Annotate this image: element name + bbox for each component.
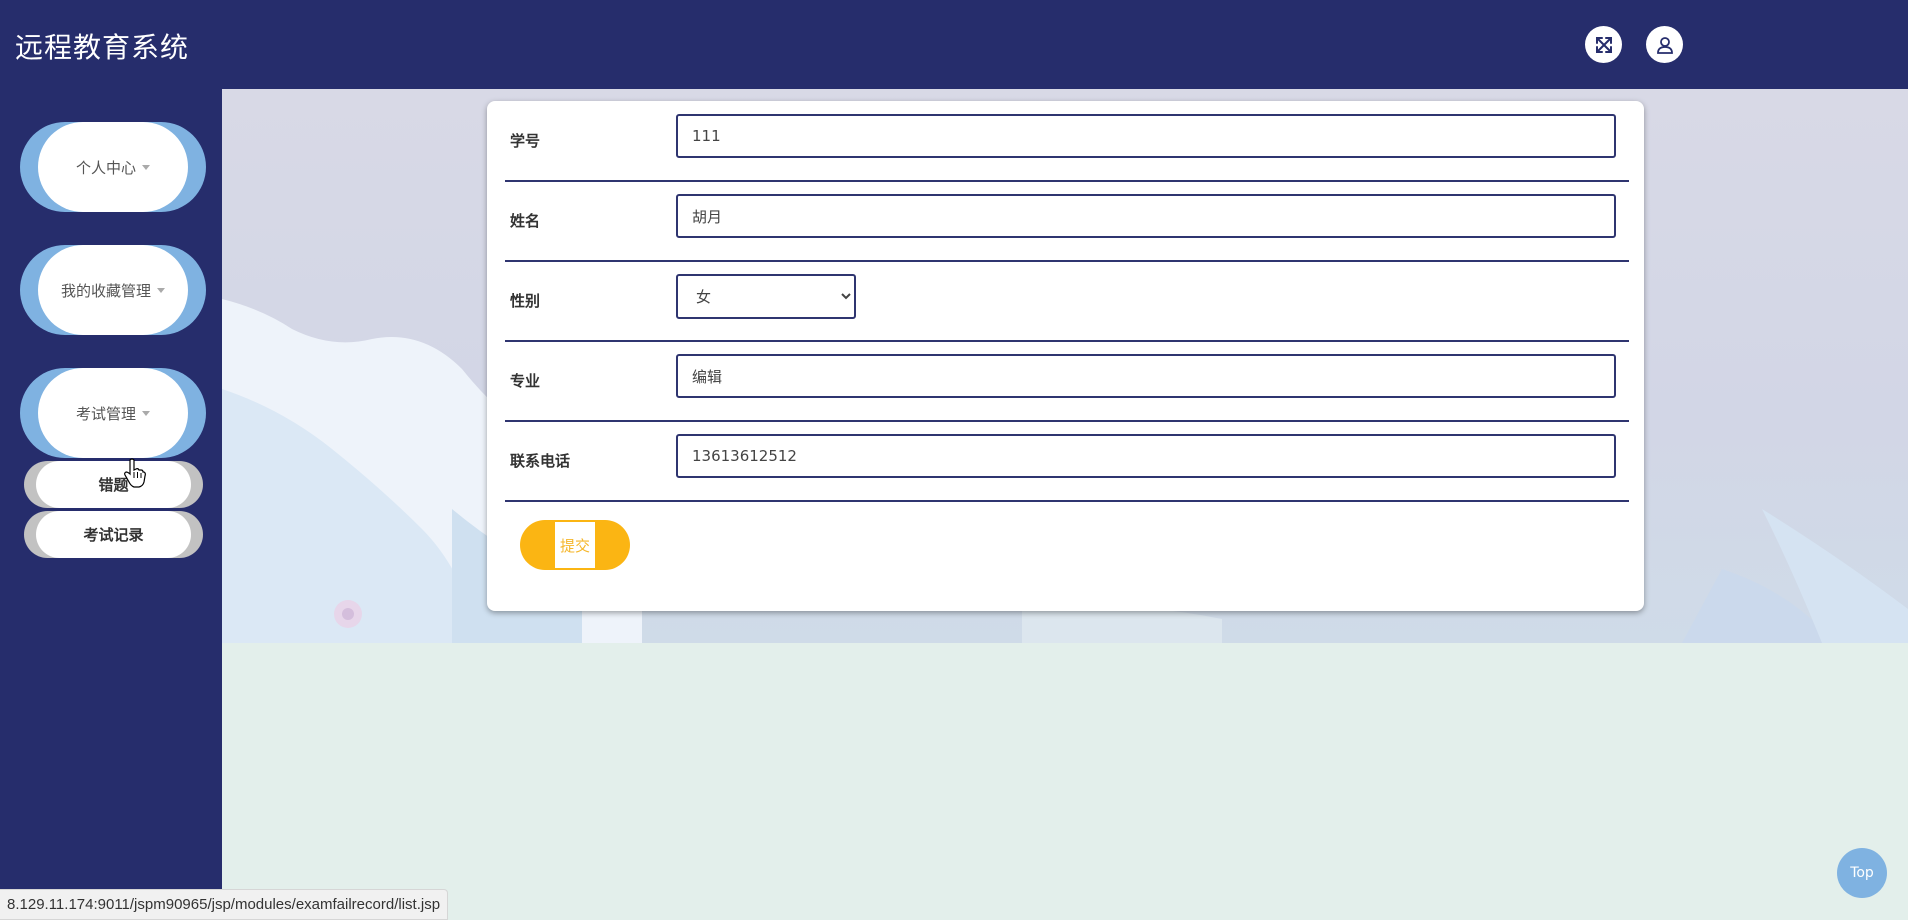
name-label: 姓名 — [510, 212, 541, 230]
form-row-student-id: 学号 — [505, 101, 1629, 182]
student-info-form: 学号 姓名 性别 女 专业 联系电话 提交 — [487, 101, 1644, 611]
fullscreen-icon[interactable] — [1585, 26, 1622, 63]
form-row-gender: 性别 女 — [505, 261, 1629, 342]
sidebar-subitem-exam-records[interactable]: 考试记录 — [24, 511, 203, 558]
submit-button[interactable]: 提交 — [520, 520, 630, 570]
sidebar-subitem-label: 考试记录 — [36, 511, 191, 558]
major-label: 专业 — [510, 372, 541, 390]
phone-input[interactable] — [676, 434, 1616, 478]
hand-cursor-icon — [124, 458, 146, 488]
sidebar-subitem-label: 错题 — [36, 461, 191, 508]
sidebar-item-favorites[interactable]: 我的收藏管理 — [20, 245, 206, 335]
name-input[interactable] — [676, 194, 1616, 238]
sidebar-item-label: 我的收藏管理 — [60, 281, 151, 300]
status-bar-url: 8.129.11.174:9011/jspm90965/jsp/modules/… — [0, 889, 449, 920]
submit-label: 提交 — [555, 522, 595, 568]
top-navbar: 远程教育系统 — [0, 0, 1908, 89]
sidebar-item-label: 考试管理 — [75, 404, 136, 423]
sidebar-subitem-wrong-questions[interactable]: 错题 — [24, 461, 203, 508]
form-row-major: 专业 — [505, 341, 1629, 422]
sidebar-item-exam-management[interactable]: 考试管理 — [20, 368, 206, 458]
student-id-label: 学号 — [510, 132, 541, 150]
chevron-down-icon — [142, 410, 150, 416]
user-icon[interactable] — [1646, 26, 1683, 63]
phone-label: 联系电话 — [510, 452, 571, 470]
form-row-name: 姓名 — [505, 181, 1629, 262]
sidebar-item-personal-center[interactable]: 个人中心 — [20, 122, 206, 212]
chevron-down-icon — [142, 164, 150, 170]
content-lower-area — [222, 643, 1908, 918]
major-input[interactable] — [676, 354, 1616, 398]
back-to-top-button[interactable]: Top — [1837, 848, 1887, 898]
form-row-phone: 联系电话 — [505, 421, 1629, 502]
sidebar: 个人中心 我的收藏管理 考试管理 错题 考试记录 — [0, 89, 222, 918]
sidebar-item-label: 个人中心 — [75, 158, 136, 177]
app-title: 远程教育系统 — [15, 31, 190, 64]
gender-label: 性别 — [510, 292, 541, 310]
gender-select[interactable]: 女 — [676, 274, 856, 319]
student-id-input[interactable] — [676, 114, 1616, 158]
chevron-down-icon — [157, 287, 165, 293]
